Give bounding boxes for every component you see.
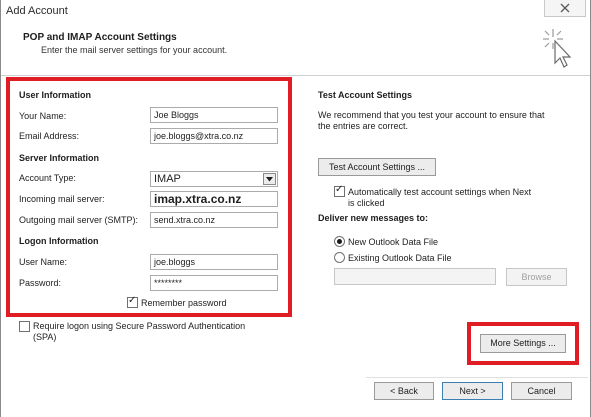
browse-button[interactable]: Browse: [506, 268, 567, 286]
existing-data-file-radio[interactable]: [334, 252, 345, 263]
auto-test-label-line2: is clicked: [348, 198, 385, 208]
test-settings-heading: Test Account Settings: [318, 90, 413, 100]
dialog-header: POP and IMAP Account Settings Enter the …: [1, 22, 590, 76]
highlight-box-more-settings: [467, 322, 579, 365]
existing-data-file-label: Existing Outlook Data File: [348, 253, 452, 263]
existing-data-file-path[interactable]: [334, 268, 496, 285]
spa-label-line2: (SPA): [33, 332, 57, 342]
next-button[interactable]: Next >: [442, 382, 503, 400]
deliver-heading: Deliver new messages to:: [318, 213, 429, 223]
close-icon: [560, 3, 570, 13]
new-data-file-radio[interactable]: [334, 236, 345, 247]
highlight-box-account-fields: [6, 77, 292, 317]
spa-label-line1: Require logon using Secure Password Auth…: [33, 321, 246, 331]
close-button[interactable]: [544, 0, 586, 17]
add-account-dialog: Add Account POP and IMAP Account Setting…: [0, 0, 591, 417]
header-title: POP and IMAP Account Settings: [23, 32, 177, 43]
cancel-button[interactable]: Cancel: [511, 382, 572, 400]
test-account-settings-button[interactable]: Test Account Settings ...: [318, 158, 436, 176]
spa-checkbox[interactable]: [19, 321, 30, 332]
auto-test-label-line1: Automatically test account settings when…: [348, 187, 532, 197]
test-desc-line1: We recommend that you test your account …: [318, 110, 545, 120]
auto-test-checkbox[interactable]: [334, 184, 345, 197]
test-desc-line2: the entries are correct.: [318, 121, 409, 131]
footer-divider: [366, 377, 588, 378]
new-data-file-label: New Outlook Data File: [348, 237, 439, 247]
back-button[interactable]: < Back: [374, 382, 434, 400]
window-title: Add Account: [6, 5, 68, 17]
header-subtitle: Enter the mail server settings for your …: [41, 45, 228, 55]
title-bar: Add Account: [1, 0, 590, 22]
cursor-sparkle-icon: [543, 29, 572, 68]
